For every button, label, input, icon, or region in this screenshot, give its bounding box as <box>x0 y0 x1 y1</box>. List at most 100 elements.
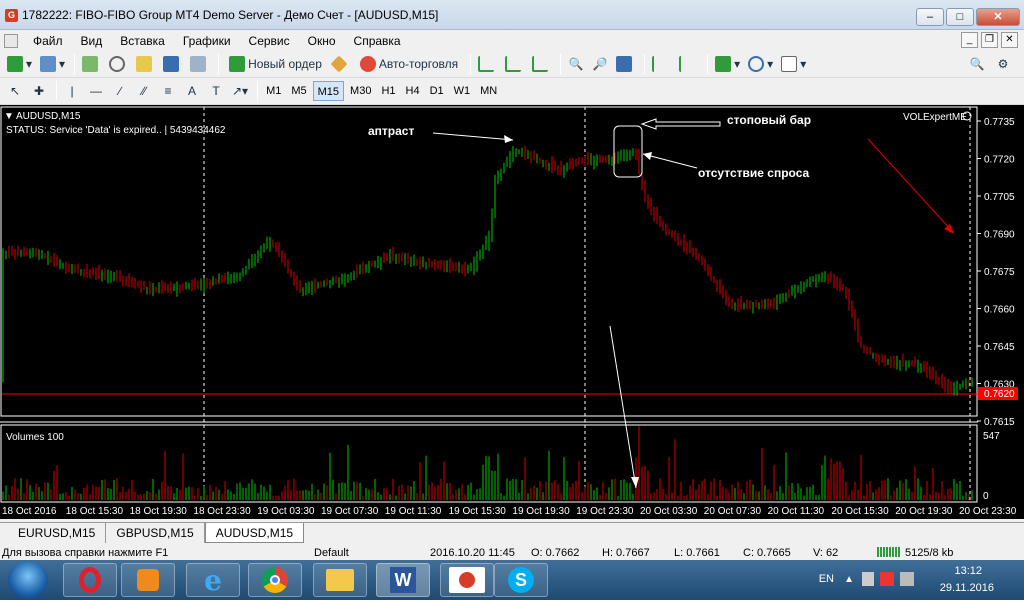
horizontal-line-icon[interactable]: — <box>85 80 107 102</box>
indicators-button[interactable]: ▾ <box>712 53 743 75</box>
annotation-arrowhead <box>504 135 513 143</box>
zoom-out-icon[interactable]: 🔎 <box>589 53 611 75</box>
skype-icon[interactable]: S <box>494 563 548 597</box>
connection-indicator-icon <box>877 547 901 557</box>
clock-date[interactable]: 29.11.2016 <box>940 582 994 594</box>
profiles-button[interactable]: ▾ <box>37 53 68 75</box>
search-icon[interactable]: 🔍 <box>966 53 988 75</box>
navigator-icon[interactable] <box>133 53 158 75</box>
annotation-arrow <box>432 132 514 141</box>
power-icon[interactable] <box>862 572 874 586</box>
label-icon[interactable]: T <box>205 80 227 102</box>
tab-gbpusd[interactable]: GBPUSD,M15 <box>106 523 205 543</box>
menu-tools[interactable]: Сервис <box>240 34 299 48</box>
document-icon[interactable] <box>4 33 18 48</box>
tile-windows-icon[interactable] <box>613 53 638 75</box>
minimize-button[interactable]: – <box>916 8 944 26</box>
autoscroll-icon[interactable] <box>649 53 674 75</box>
tab-audusd[interactable]: AUDUSD,M15 <box>204 523 305 543</box>
language-indicator[interactable]: EN <box>819 573 834 585</box>
cursor-icon[interactable]: ↖ <box>4 80 26 102</box>
price-tick-label: 0.7615 <box>984 417 1015 428</box>
auto-trading-button[interactable]: Авто-торговля <box>354 53 464 75</box>
menu-help[interactable]: Справка <box>345 34 410 48</box>
close-button[interactable]: ✕ <box>976 8 1020 26</box>
child-minimize-button[interactable]: _ <box>961 32 978 48</box>
new-chart-button[interactable]: ▾ <box>4 53 35 75</box>
fibo-terminal-icon[interactable] <box>440 563 494 597</box>
time-tick-label: 19 Oct 15:30 <box>449 506 507 517</box>
downtrend-arrowhead <box>944 224 954 234</box>
time-tick-label: 19 Oct 03:30 <box>257 506 315 517</box>
time-tick-label: 18 Oct 2016 <box>2 506 57 517</box>
fibonacci-icon[interactable]: ≡ <box>157 80 179 102</box>
chart-menu-icon[interactable]: ▼ <box>4 111 14 122</box>
channel-icon[interactable]: ∕∕ <box>133 80 155 102</box>
timeframe-m15[interactable]: M15 <box>312 81 345 101</box>
candle-chart-button[interactable] <box>502 53 527 75</box>
tester-icon[interactable] <box>187 53 212 75</box>
status-help-text: Для вызова справки нажмите F1 <box>2 547 169 559</box>
timeframe-m5[interactable]: M5 <box>287 81 310 101</box>
time-tick-label: 18 Oct 19:30 <box>130 506 188 517</box>
templates-button[interactable]: ▾ <box>778 53 809 75</box>
main-panel-frame <box>0 106 978 417</box>
annotation-arrow <box>642 153 698 169</box>
timeframe-h1[interactable]: H1 <box>377 81 399 101</box>
annotation-stop-bar: стоповый бар <box>727 113 811 127</box>
zoom-in-icon[interactable]: 🔍 <box>565 53 587 75</box>
timeframe-d1[interactable]: D1 <box>426 81 448 101</box>
chart-window[interactable]: 0.7735 0.7720 0.7705 0.7690 0.7675 0.7660 0.76… <box>0 105 1024 503</box>
menu-file[interactable]: Файл <box>24 34 72 48</box>
terminal-icon[interactable] <box>160 53 185 75</box>
auto-trading-label: Авто-торговля <box>378 57 459 71</box>
tab-eurusd[interactable]: EURUSD,M15 <box>8 523 107 543</box>
menu-view[interactable]: Вид <box>72 34 112 48</box>
word-icon[interactable]: W <box>376 563 430 597</box>
data-window-icon[interactable] <box>106 53 131 75</box>
vertical-line-icon[interactable]: | <box>61 80 83 102</box>
maximize-button[interactable]: □ <box>946 8 974 26</box>
status-traffic: 5125/8 kb <box>905 547 954 559</box>
line-chart-button[interactable] <box>529 53 554 75</box>
volume-icon[interactable] <box>900 572 914 586</box>
time-tick-label: 20 Oct 07:30 <box>704 506 762 517</box>
market-watch-icon[interactable] <box>79 53 104 75</box>
periods-button[interactable]: ▾ <box>745 53 776 75</box>
meta-editor-icon[interactable] <box>330 53 352 75</box>
settings-icon[interactable]: ⚙ <box>992 53 1014 75</box>
timeframe-h4[interactable]: H4 <box>402 81 424 101</box>
network-icon[interactable] <box>880 572 894 586</box>
clock-time[interactable]: 13:12 <box>954 565 982 577</box>
start-button[interactable] <box>8 561 48 599</box>
child-restore-button[interactable]: ❐ <box>981 32 998 48</box>
menu-insert[interactable]: Вставка <box>111 34 174 48</box>
menu-window[interactable]: Окно <box>299 34 345 48</box>
timeframe-w1[interactable]: W1 <box>450 81 475 101</box>
crosshair-icon[interactable]: ✚ <box>28 80 50 102</box>
chart-shift-icon[interactable] <box>676 53 701 75</box>
chrome-icon[interactable] <box>248 563 302 597</box>
child-close-button[interactable]: ✕ <box>1001 32 1018 48</box>
timeframe-m30[interactable]: M30 <box>346 81 375 101</box>
timeframe-mn[interactable]: MN <box>476 81 501 101</box>
media-player-icon[interactable] <box>121 563 175 597</box>
status-bar: Для вызова справки нажмите F1 Default 20… <box>0 545 1024 560</box>
price-tick-label: 0.7705 <box>984 192 1015 203</box>
opera-icon[interactable] <box>63 563 117 597</box>
menu-charts[interactable]: Графики <box>174 34 240 48</box>
internet-explorer-icon[interactable]: e <box>186 563 240 597</box>
timeframe-m1[interactable]: M1 <box>262 81 285 101</box>
auto-trading-icon <box>359 56 376 72</box>
title-bar: G 1782222: FIBO-FIBO Group MT4 Demo Serv… <box>0 0 1024 30</box>
text-icon[interactable]: A <box>181 80 203 102</box>
file-explorer-icon[interactable] <box>313 563 367 597</box>
arrows-icon[interactable]: ↗▾ <box>229 80 251 102</box>
annotation-no-demand: отсутствие спроса <box>698 166 810 180</box>
show-hidden-icons[interactable]: ▲ <box>844 574 854 585</box>
bar-chart-button[interactable] <box>475 53 500 75</box>
new-order-button[interactable]: Новый ордер <box>223 53 328 75</box>
price-tick-label: 0.7720 <box>984 155 1015 166</box>
trendline-icon[interactable]: ∕ <box>109 80 131 102</box>
price-chart[interactable]: 0.7735 0.7720 0.7705 0.7690 0.7675 0.7660 0.76… <box>0 105 1024 503</box>
